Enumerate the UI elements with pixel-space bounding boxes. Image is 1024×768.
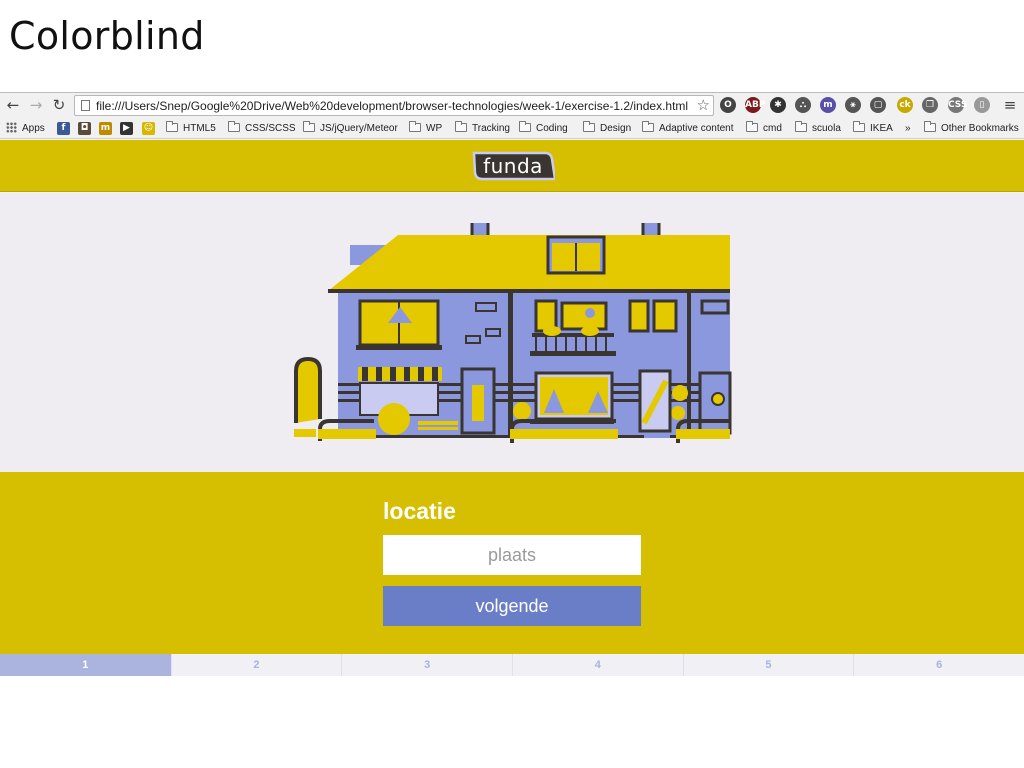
bookmark-other[interactable]: Other Bookmarks	[924, 121, 1019, 136]
bookmark-html5[interactable]: HTML5	[166, 121, 216, 136]
next-button[interactable]: volgende	[383, 586, 641, 626]
hero-illustration-area	[0, 193, 1024, 472]
url-text: file:///Users/Snep/Google%20Drive/Web%20…	[96, 99, 688, 113]
bookmarks-bar: Apps f ◘ m ▶ ☺ HTML5 CSS/SCSS JS/jQuery/Meteor WP…	[0, 119, 1024, 139]
bookmark-label: Adaptive content	[659, 123, 734, 134]
bookmark-coding[interactable]: Coding	[519, 121, 568, 136]
bookmark-label: CSS/SCSS	[245, 123, 296, 134]
star-icon: ☆	[696, 96, 710, 114]
bookmark-overflow[interactable]: »	[905, 122, 911, 136]
page-icon[interactable]: ▯	[974, 97, 990, 113]
step-4: 4	[512, 654, 683, 676]
menu-button[interactable]: ≡	[1001, 96, 1019, 114]
smiley-icon: ☺	[143, 123, 154, 133]
slide-title: Colorblind	[9, 14, 205, 58]
bookmark-label: Other Bookmarks	[941, 123, 1019, 134]
folder-icon	[519, 121, 531, 132]
screen-capture-icon[interactable]: ▢	[870, 97, 886, 113]
page-icon	[81, 100, 90, 111]
folder-icon	[409, 121, 421, 132]
arrow-left-icon: ←	[6, 96, 20, 114]
bookmark-scuola[interactable]: scuola	[795, 121, 841, 136]
gear-icon[interactable]: ✱	[770, 97, 786, 113]
site-header: funda	[0, 140, 1024, 192]
folder-icon	[583, 121, 595, 132]
bookmark-label: Apps	[22, 123, 45, 134]
bookmark-label: IKEA	[870, 123, 893, 134]
bookmark-label: Design	[600, 123, 632, 134]
bookmark-label: Coding	[536, 123, 568, 134]
bookmark-adaptive[interactable]: Adaptive content	[642, 121, 734, 136]
bookmark-css-scss[interactable]: CSS/SCSS	[228, 121, 296, 136]
house-illustration	[294, 223, 732, 443]
step-indicator: 123456	[0, 654, 1024, 676]
hamburger-icon: ≡	[1003, 96, 1017, 114]
bookmark-apps[interactable]: Apps	[6, 122, 45, 136]
reload-icon: ↻	[52, 96, 66, 114]
address-bar[interactable]: file:///Users/Snep/Google%20Drive/Web%20…	[74, 95, 714, 116]
folder-icon	[642, 121, 654, 132]
folder-icon	[303, 121, 315, 132]
bookmark-youtube[interactable]: ▶	[120, 122, 133, 135]
layers-icon[interactable]: ❐	[922, 97, 938, 113]
browser-toolbar: ← → ↻ file:///Users/Snep/Google%20Drive/…	[0, 93, 1024, 119]
bookmark-star-button[interactable]: ☆	[697, 96, 710, 114]
location-input[interactable]	[383, 535, 641, 575]
folder-icon	[795, 121, 807, 132]
opera-icon[interactable]: O	[720, 97, 736, 113]
bookmark-ikea[interactable]: IKEA	[853, 121, 893, 136]
bookmark-cmd[interactable]: cmd	[746, 121, 782, 136]
folder-icon	[228, 121, 240, 132]
adblock-icon[interactable]: ABP	[745, 97, 765, 113]
bookmark-smiley[interactable]: ☺	[142, 122, 155, 135]
step-1: 1	[0, 654, 171, 676]
bookmark-tracking[interactable]: Tracking	[455, 121, 510, 136]
browser-window: ← → ↻ file:///Users/Snep/Google%20Drive/…	[0, 92, 1024, 676]
youtube-icon: ▶	[123, 123, 130, 133]
funda-logo[interactable]: funda	[471, 151, 557, 181]
reload-button[interactable]: ↻	[50, 96, 68, 114]
css-icon[interactable]: CSS	[948, 97, 967, 113]
apps-grid-icon	[6, 122, 17, 133]
ghost-icon[interactable]: ⛬	[795, 97, 811, 113]
bookmark-label: scuola	[812, 123, 841, 134]
folder-icon	[166, 121, 178, 132]
bookmark-design[interactable]: Design	[583, 121, 632, 136]
bookmark-label: HTML5	[183, 123, 216, 134]
location-form: locatie volgende	[0, 472, 1024, 654]
folder-icon	[455, 121, 467, 132]
forward-button[interactable]: →	[27, 96, 45, 114]
bookmark-tn[interactable]: m	[99, 122, 112, 135]
bookmark-label: »	[905, 123, 911, 134]
bookmark-label: WP	[426, 123, 443, 134]
bookmark-wp[interactable]: WP	[409, 121, 443, 136]
network-icon[interactable]: ⚹	[845, 97, 861, 113]
ck-icon[interactable]: ck	[897, 97, 913, 113]
arrow-right-icon: →	[29, 96, 43, 114]
bookmark-label: cmd	[763, 123, 782, 134]
bookmark-js[interactable]: JS/jQuery/Meteor	[303, 121, 398, 136]
back-button[interactable]: ←	[4, 96, 22, 114]
bookmark-label: Tracking	[472, 123, 510, 134]
bookmark-label: JS/jQuery/Meteor	[320, 123, 398, 134]
step-2: 2	[170, 654, 342, 676]
bookmark-instagram[interactable]: ◘	[78, 122, 91, 135]
step-3: 3	[341, 654, 512, 676]
tn-icon: m	[100, 123, 111, 133]
folder-icon	[853, 121, 865, 132]
folder-icon	[924, 121, 936, 132]
location-label: locatie	[383, 498, 456, 524]
folder-icon	[746, 121, 758, 132]
facebook-icon: f	[61, 123, 66, 133]
m-extension-icon[interactable]: m	[820, 97, 836, 113]
logo-text: funda	[483, 154, 543, 178]
web-page: funda locatie plaats volgende 1 2 3 4 5 …	[0, 140, 1024, 676]
bookmark-facebook[interactable]: f	[57, 122, 70, 135]
step-5: 5	[682, 654, 854, 676]
step-6: 6	[853, 654, 1024, 676]
instagram-icon: ◘	[80, 123, 89, 133]
